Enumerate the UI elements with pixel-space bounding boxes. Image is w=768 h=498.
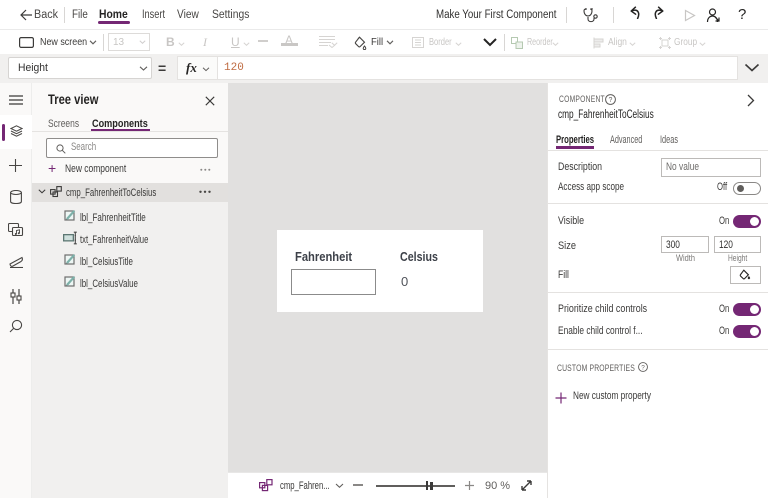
svg-text:?: ?	[641, 364, 645, 371]
svg-text:?: ?	[609, 97, 613, 104]
